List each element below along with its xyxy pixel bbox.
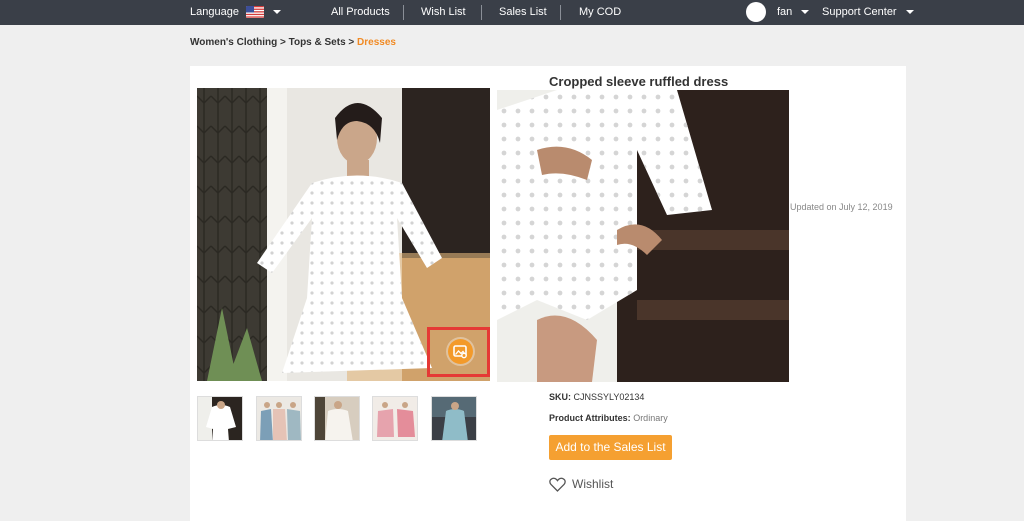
avatar[interactable] (746, 2, 766, 22)
language-label: Language (190, 6, 239, 18)
product-attributes: Product Attributes: Ordinary (549, 413, 668, 423)
nav-link-all-products[interactable]: All Products (331, 6, 390, 19)
language-selector[interactable]: Language (190, 6, 282, 19)
breadcrumb-separator: > (279, 37, 286, 48)
breadcrumb-tops-sets[interactable]: Tops & Sets (289, 37, 346, 48)
product-thumbnail[interactable] (372, 396, 418, 441)
product-title: Cropped sleeve ruffled dress (549, 74, 729, 89)
support-center-label: Support Center (822, 6, 897, 18)
breadcrumb-womens-clothing[interactable]: Women's Clothing (190, 37, 277, 48)
breadcrumb: Women's Clothing > Tops & Sets > Dresses (190, 37, 396, 48)
product-thumbnail[interactable] (314, 396, 360, 441)
product-thumbnail[interactable] (197, 396, 243, 441)
image-search-icon[interactable] (448, 339, 473, 364)
product-attributes-label: Product Attributes: (549, 413, 631, 423)
user-name: fan (777, 6, 793, 18)
nav-divider (560, 5, 561, 20)
add-to-sales-list-button[interactable]: Add to the Sales List (549, 435, 672, 460)
support-center-menu[interactable]: Support Center (822, 6, 914, 19)
product-thumbnail[interactable] (431, 396, 477, 441)
us-flag-icon (246, 6, 265, 19)
nav-link-wish-list[interactable]: Wish List (421, 6, 466, 19)
top-navigation-bar: Language All Products Wish List Sales Li… (0, 0, 1024, 25)
wishlist-label: Wishlist (572, 477, 614, 491)
chevron-down-icon (273, 10, 282, 15)
wishlist-button[interactable]: Wishlist (549, 476, 614, 493)
nav-divider (403, 5, 404, 20)
sku-value: CJNSSYLY02134 (573, 392, 645, 402)
sku-line: SKU: CJNSSYLY02134 (549, 392, 644, 402)
nav-link-sales-list[interactable]: Sales List (499, 6, 547, 19)
product-attributes-value: Ordinary (633, 413, 668, 423)
updated-date: Updated on July 12, 2019 (790, 202, 893, 212)
product-thumbnail[interactable] (256, 396, 302, 441)
breadcrumb-current-dresses: Dresses (357, 37, 396, 48)
user-menu[interactable]: fan (777, 6, 810, 19)
product-zoom-preview (497, 90, 789, 382)
chevron-down-icon (905, 10, 914, 15)
sku-label: SKU: (549, 392, 571, 402)
heart-icon (549, 477, 566, 493)
nav-divider (481, 5, 482, 20)
nav-link-my-cod[interactable]: My COD (579, 6, 621, 19)
chevron-down-icon (801, 10, 810, 15)
breadcrumb-separator: > (348, 37, 355, 48)
